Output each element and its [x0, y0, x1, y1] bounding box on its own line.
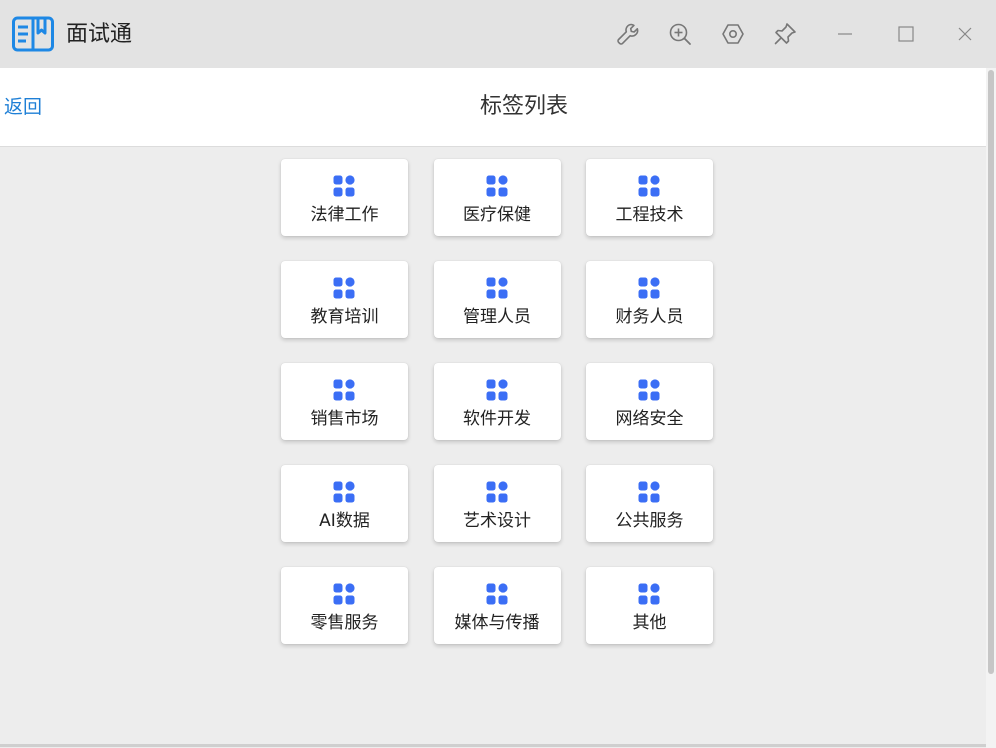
- tag-card-3[interactable]: 工程技术: [586, 159, 713, 236]
- grid-apps-icon: [333, 379, 355, 401]
- grid-apps-icon: [638, 481, 660, 503]
- tag-label: AI数据: [319, 511, 370, 531]
- wrench-icon[interactable]: [614, 20, 642, 48]
- tag-label: 艺术设计: [463, 511, 531, 531]
- grid-apps-icon: [333, 277, 355, 299]
- scrollbar-thumb[interactable]: [988, 70, 994, 674]
- tag-card-14[interactable]: 媒体与传播: [433, 567, 561, 644]
- grid-apps-icon: [486, 379, 508, 401]
- tag-card-15[interactable]: 其他: [586, 567, 713, 644]
- tag-card-1[interactable]: 法律工作: [281, 159, 408, 236]
- tag-card-12[interactable]: 公共服务: [586, 465, 713, 542]
- tag-card-13[interactable]: 零售服务: [281, 567, 408, 644]
- tag-label: 管理人员: [463, 307, 531, 327]
- settings-hex-icon[interactable]: [719, 20, 747, 48]
- minimize-icon[interactable]: [831, 20, 859, 48]
- maximize-icon[interactable]: [892, 20, 920, 48]
- grid-apps-icon: [638, 583, 660, 605]
- tag-label: 销售市场: [310, 409, 379, 429]
- app-title: 面试通: [66, 22, 133, 47]
- tag-card-7[interactable]: 销售市场: [281, 363, 408, 440]
- tag-card-2[interactable]: 医疗保健: [433, 159, 561, 236]
- tag-card-10[interactable]: AI数据: [281, 465, 408, 542]
- tag-label: 网络安全: [615, 409, 684, 429]
- tag-label: 工程技术: [615, 205, 684, 225]
- app-window: 面试通 返回 标签列表 法律工作 医疗保健 工程技术 教育培训 管理人员 财务人…: [0, 0, 996, 748]
- close-icon[interactable]: [951, 20, 979, 48]
- tag-card-9[interactable]: 网络安全: [586, 363, 713, 440]
- grid-apps-icon: [638, 379, 660, 401]
- grid-apps-icon: [333, 175, 355, 197]
- tag-label: 法律工作: [310, 205, 379, 225]
- grid-apps-icon: [486, 175, 508, 197]
- tag-label: 媒体与传播: [454, 613, 540, 633]
- pin-icon[interactable]: [771, 20, 799, 48]
- tag-card-8[interactable]: 软件开发: [433, 363, 561, 440]
- tag-card-5[interactable]: 管理人员: [433, 261, 561, 338]
- zoom-in-icon[interactable]: [666, 20, 694, 48]
- tag-card-4[interactable]: 教育培训: [281, 261, 408, 338]
- tag-label: 软件开发: [463, 409, 531, 429]
- grid-apps-icon: [486, 481, 508, 503]
- tag-card-6[interactable]: 财务人员: [586, 261, 713, 338]
- tag-label: 财务人员: [615, 307, 684, 327]
- tag-label: 零售服务: [310, 613, 379, 633]
- vertical-scrollbar[interactable]: [986, 68, 996, 748]
- tag-label: 教育培训: [310, 307, 379, 327]
- grid-apps-icon: [638, 277, 660, 299]
- grid-apps-icon: [638, 175, 660, 197]
- tag-label: 其他: [632, 613, 667, 633]
- tag-label: 公共服务: [615, 511, 684, 531]
- tag-label: 医疗保健: [463, 205, 531, 225]
- grid-apps-icon: [333, 583, 355, 605]
- bottom-divider: [0, 744, 986, 747]
- book-logo-icon: [12, 16, 54, 52]
- title-bar[interactable]: 面试通: [0, 0, 996, 68]
- grid-apps-icon: [486, 277, 508, 299]
- tag-grid: 法律工作 医疗保健 工程技术 教育培训 管理人员 财务人员 销售市场 软件开发 …: [281, 159, 713, 644]
- tag-card-11[interactable]: 艺术设计: [433, 465, 561, 542]
- page-title: 标签列表: [479, 94, 568, 119]
- grid-apps-icon: [333, 481, 355, 503]
- grid-apps-icon: [486, 583, 508, 605]
- page-header: 返回 标签列表: [0, 68, 986, 147]
